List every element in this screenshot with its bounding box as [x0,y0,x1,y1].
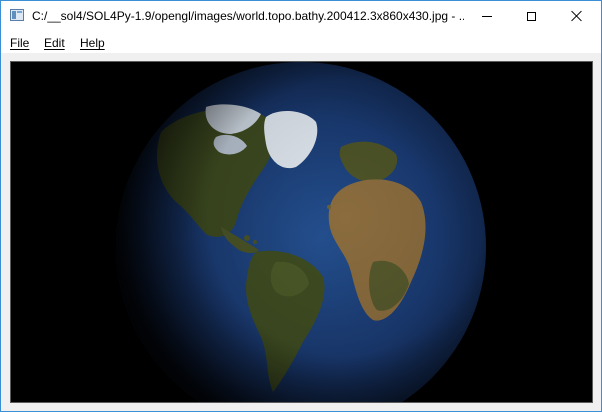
minimize-button[interactable] [464,1,509,31]
app-window-icon[interactable] [10,9,24,21]
menu-bar: File Edit Help [1,32,601,53]
close-icon [571,10,583,22]
app-window: C:/__sol4/SOL4Py-1.9/opengl/images/world… [0,0,602,412]
maximize-icon [527,11,536,21]
menu-file[interactable]: File [10,36,29,50]
close-button[interactable] [554,1,599,31]
window-title: C:/__sol4/SOL4Py-1.9/opengl/images/world… [32,9,464,23]
opengl-viewport[interactable] [10,61,593,403]
menu-help[interactable]: Help [80,36,105,50]
minimize-icon [481,15,492,17]
menu-edit[interactable]: Edit [44,36,65,50]
globe-render [116,62,486,402]
maximize-button[interactable] [509,1,554,31]
globe-shading [116,62,486,402]
title-bar[interactable]: C:/__sol4/SOL4Py-1.9/opengl/images/world… [1,1,601,32]
